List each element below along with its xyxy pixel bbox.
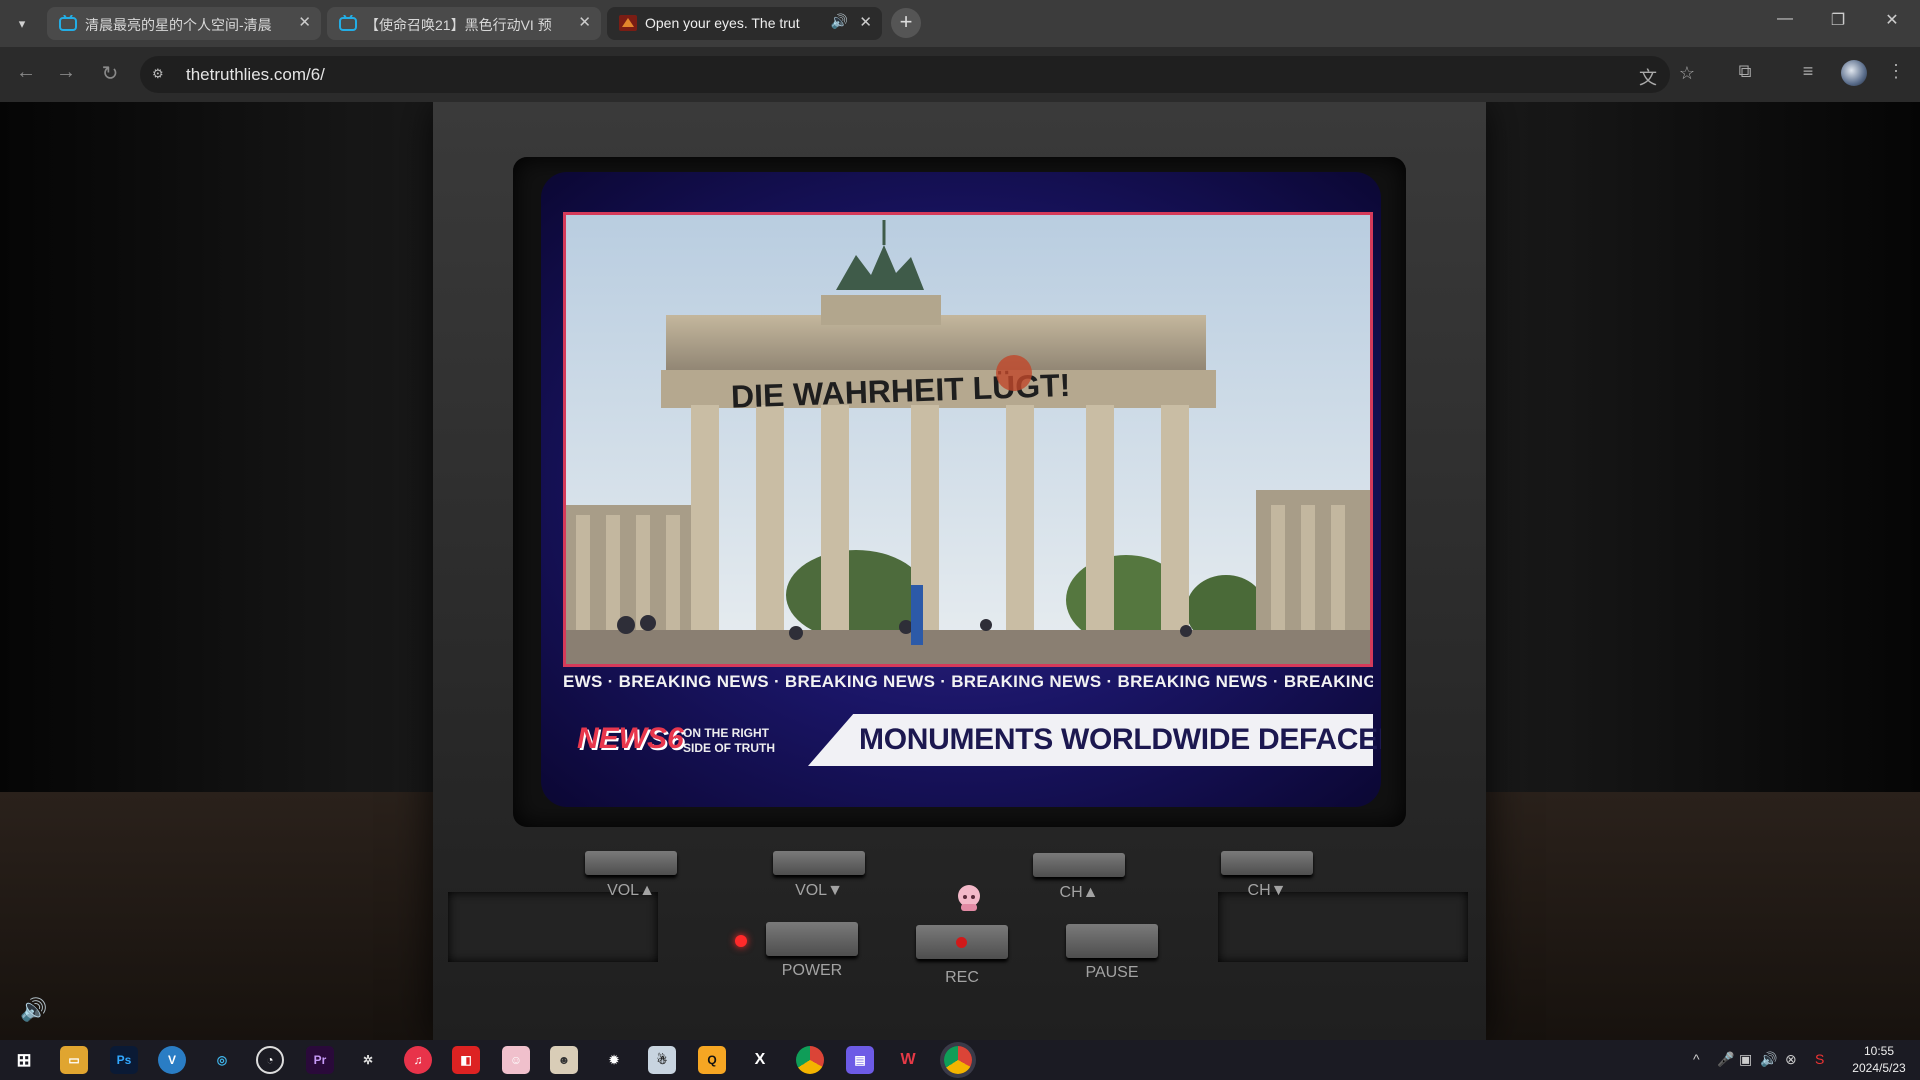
new-tab-button[interactable]: + [891, 8, 921, 38]
close-icon[interactable]: ✕ [859, 13, 872, 31]
headline: MONUMENTS WORLDWIDE DEFACED [859, 723, 1381, 756]
news-footage: DIE WAHRHEIT LÜGT! [563, 212, 1373, 667]
file-explorer-icon[interactable]: ▭ [60, 1046, 88, 1074]
tab-bilibili-profile[interactable]: 清晨最亮的星的个人空间-清晨 ✕ [47, 7, 321, 40]
tab-title: Open your eyes. The trut [645, 15, 800, 31]
clock-time: 10:55 [1863, 1044, 1895, 1058]
bilibili-icon [59, 15, 77, 31]
x-icon[interactable]: X [746, 1046, 774, 1074]
ch-down-button[interactable] [1221, 851, 1313, 875]
vol-down-label: VOL▼ [795, 882, 843, 899]
power-button[interactable] [766, 922, 858, 956]
power-label: POWER [781, 962, 843, 979]
taskbar-clock[interactable]: 10:55 2024/5/23 [1849, 1043, 1909, 1077]
breaking-news-ticker: EWS · BREAKING NEWS · BREAKING NEWS · BR… [563, 672, 1373, 691]
tab-bar: ▾ 清晨最亮的星的个人空间-清晨 ✕ 【使命召唤21】黑色行动VI 预 ✕ Op… [0, 0, 1920, 47]
ch-up-label: CH▲ [1059, 884, 1099, 901]
pause-label: PAUSE [1085, 964, 1139, 981]
lower-third: NEWS6 ON THE RIGHT SIDE OF TRUTH MONUMEN… [563, 712, 1381, 772]
tab-bilibili-video[interactable]: 【使命召唤21】黑色行动VI 预 ✕ [327, 7, 601, 40]
browser-toolbar: ← → ↻ ⚙ thetruthlies.com/6/ 文 ☆ ⧉ ≡ ⋮ [0, 47, 1920, 102]
pause-button[interactable] [1066, 924, 1158, 958]
app-red-icon[interactable]: ◧ [452, 1046, 480, 1074]
media-controls-icon[interactable]: ≡ [1795, 61, 1821, 82]
bilibili-icon [339, 15, 357, 31]
tab-truthlies[interactable]: Open your eyes. The trut 🔊 ✕ [607, 7, 882, 40]
app-controller-icon[interactable]: ✲ [354, 1046, 382, 1074]
sound-toggle-icon[interactable]: 🔊 [20, 997, 47, 1023]
speaker-icon[interactable]: 🔊 [831, 13, 848, 30]
qq-icon[interactable]: Q [698, 1046, 726, 1074]
app-avatar-icon[interactable]: ☃ [648, 1046, 676, 1074]
settings-icon[interactable]: ✹ [600, 1046, 628, 1074]
input-method-icon[interactable]: S [1815, 1051, 1824, 1067]
bookmark-star-icon[interactable]: ☆ [1674, 63, 1700, 84]
windows-taskbar: ⊞ ▭ Ps V ◎ ◔ Pr ✲ ♫ ◧ ☺ ☻ ✹ ☃ Q X ▤ W ^ … [0, 1040, 1920, 1080]
microphone-icon[interactable]: 🎤 [1717, 1051, 1734, 1068]
ch-down-label: CH▼ [1247, 882, 1287, 899]
power-led [735, 935, 747, 947]
start-icon[interactable]: ⊞ [10, 1046, 38, 1074]
tab-title: 清晨最亮的星的个人空间-清晨 [85, 17, 272, 33]
app-purple-icon[interactable]: ▤ [846, 1046, 874, 1074]
chrome-active-icon[interactable] [944, 1046, 972, 1074]
ch-up-button[interactable] [1033, 853, 1125, 877]
app-v-icon[interactable]: V [158, 1046, 186, 1074]
news-tagline: ON THE RIGHT SIDE OF TRUTH [683, 726, 775, 755]
restore-button[interactable]: ❐ [1818, 10, 1858, 30]
brandenburg-gate-image: DIE WAHRHEIT LÜGT! [566, 215, 1370, 664]
photoshop-icon[interactable]: Ps [110, 1046, 138, 1074]
minimize-button[interactable]: — [1765, 10, 1805, 28]
address-bar[interactable]: ⚙ thetruthlies.com/6/ 文 ☆ [140, 56, 1695, 93]
tab-search-button[interactable]: ▾ [8, 10, 36, 38]
close-icon[interactable]: ✕ [298, 13, 311, 31]
vol-up-label: VOL▲ [607, 882, 655, 899]
chrome-icon[interactable] [796, 1046, 824, 1074]
tab-title: 【使命召唤21】黑色行动VI 预 [365, 17, 552, 33]
app-edge-icon[interactable]: ◎ [208, 1046, 236, 1074]
clock-date: 2024/5/23 [1852, 1061, 1906, 1075]
extensions-icon[interactable]: ⧉ [1732, 61, 1758, 82]
network-icon[interactable]: ▣ [1739, 1051, 1752, 1068]
wps-icon[interactable]: W [894, 1046, 922, 1074]
premiere-icon[interactable]: Pr [306, 1046, 334, 1074]
reload-button[interactable]: ↻ [96, 61, 124, 86]
app-anime-icon[interactable]: ☺ [502, 1046, 530, 1074]
vol-down-button[interactable] [773, 851, 865, 875]
menu-icon[interactable]: ⋮ [1883, 61, 1909, 82]
tray-app-icon[interactable]: ⊗ [1785, 1051, 1797, 1068]
record-icon [956, 937, 967, 948]
app-clock-icon[interactable]: ◔ [256, 1046, 284, 1074]
panel-slot-left [448, 892, 658, 962]
crt-television: DIE WAHRHEIT LÜGT! EWS · BREAKING NEWS ·… [433, 102, 1486, 1040]
back-button[interactable]: ← [12, 61, 40, 84]
tv-screen: DIE WAHRHEIT LÜGT! EWS · BREAKING NEWS ·… [541, 172, 1381, 807]
site-settings-icon[interactable]: ⚙ [152, 66, 168, 82]
volume-icon[interactable]: 🔊 [1760, 1051, 1777, 1068]
rec-button[interactable] [916, 925, 1008, 959]
forward-button[interactable]: → [52, 61, 80, 84]
app-character-icon[interactable]: ☻ [550, 1046, 578, 1074]
tray-overflow-icon[interactable]: ^ [1693, 1051, 1700, 1067]
netease-music-icon[interactable]: ♫ [404, 1046, 432, 1074]
avatar[interactable] [1841, 60, 1867, 86]
news6-logo: NEWS6 [577, 722, 684, 755]
close-icon[interactable]: ✕ [578, 13, 591, 31]
site-icon [619, 15, 637, 31]
url-text[interactable]: thetruthlies.com/6/ [186, 65, 325, 85]
cursor-mascot-icon [958, 885, 980, 911]
vol-up-button[interactable] [585, 851, 677, 875]
page-viewport: DIE WAHRHEIT LÜGT! EWS · BREAKING NEWS ·… [0, 102, 1920, 1040]
panel-slot-right [1218, 892, 1468, 962]
translate-icon[interactable]: 文 [1635, 64, 1661, 90]
rec-label: REC [945, 969, 979, 986]
close-window-button[interactable]: ✕ [1872, 10, 1912, 30]
